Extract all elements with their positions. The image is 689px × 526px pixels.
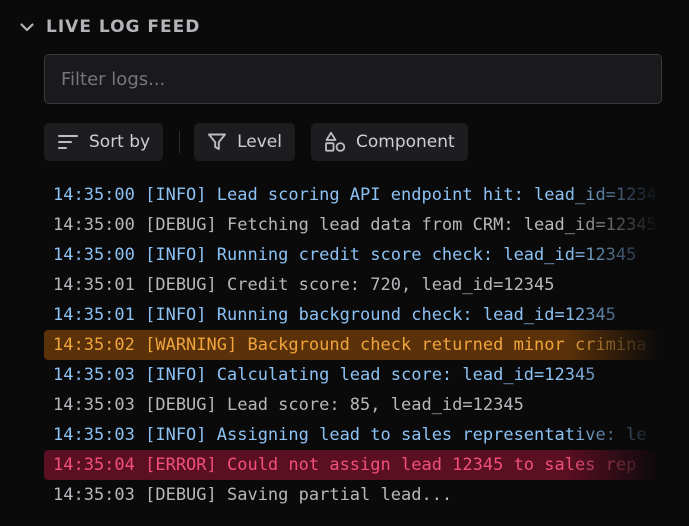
log-line: 14:35:01 [INFO] Running background check… (53, 305, 616, 325)
log-line: 14:35:03 [DEBUG] Lead score: 85, lead_id… (53, 395, 524, 415)
log-line: 14:35:02 [WARNING] Background check retu… (44, 330, 660, 360)
level-label: Level (237, 132, 282, 152)
shapes-icon (324, 131, 346, 153)
sort-icon (57, 133, 79, 151)
chevron-down-icon[interactable] (18, 18, 36, 36)
log-line: 14:35:01 [DEBUG] Credit score: 720, lead… (53, 275, 555, 295)
log-list: 14:35:00 [INFO] Lead scoring API endpoin… (44, 180, 660, 510)
log-line: 14:35:00 [INFO] Lead scoring API endpoin… (53, 185, 660, 205)
section-title: LIVE LOG FEED (46, 17, 201, 37)
log-line: 14:35:03 [INFO] Calculating lead score: … (53, 365, 596, 385)
sort-by-label: Sort by (89, 132, 151, 152)
sort-by-button[interactable]: Sort by (44, 123, 164, 161)
toolbar: Sort by Level Component (44, 123, 468, 161)
log-line: 14:35:00 [INFO] Running credit score che… (53, 245, 637, 265)
log-feed-header[interactable]: LIVE LOG FEED (18, 14, 200, 40)
filter-box[interactable] (44, 54, 662, 104)
filter-logs-input[interactable] (45, 55, 661, 103)
log-line: 14:35:04 [ERROR] Could not assign lead 1… (44, 450, 660, 480)
component-label: Component (355, 132, 455, 152)
toolbar-divider (179, 131, 181, 153)
funnel-icon (207, 132, 227, 152)
log-line: 14:35:03 [INFO] Assigning lead to sales … (53, 425, 647, 445)
level-filter-button[interactable]: Level (194, 123, 295, 161)
log-line: 14:35:00 [DEBUG] Fetching lead data from… (53, 215, 657, 235)
log-line: 14:35:03 [DEBUG] Saving partial lead... (53, 485, 453, 505)
component-filter-button[interactable]: Component (310, 123, 468, 161)
